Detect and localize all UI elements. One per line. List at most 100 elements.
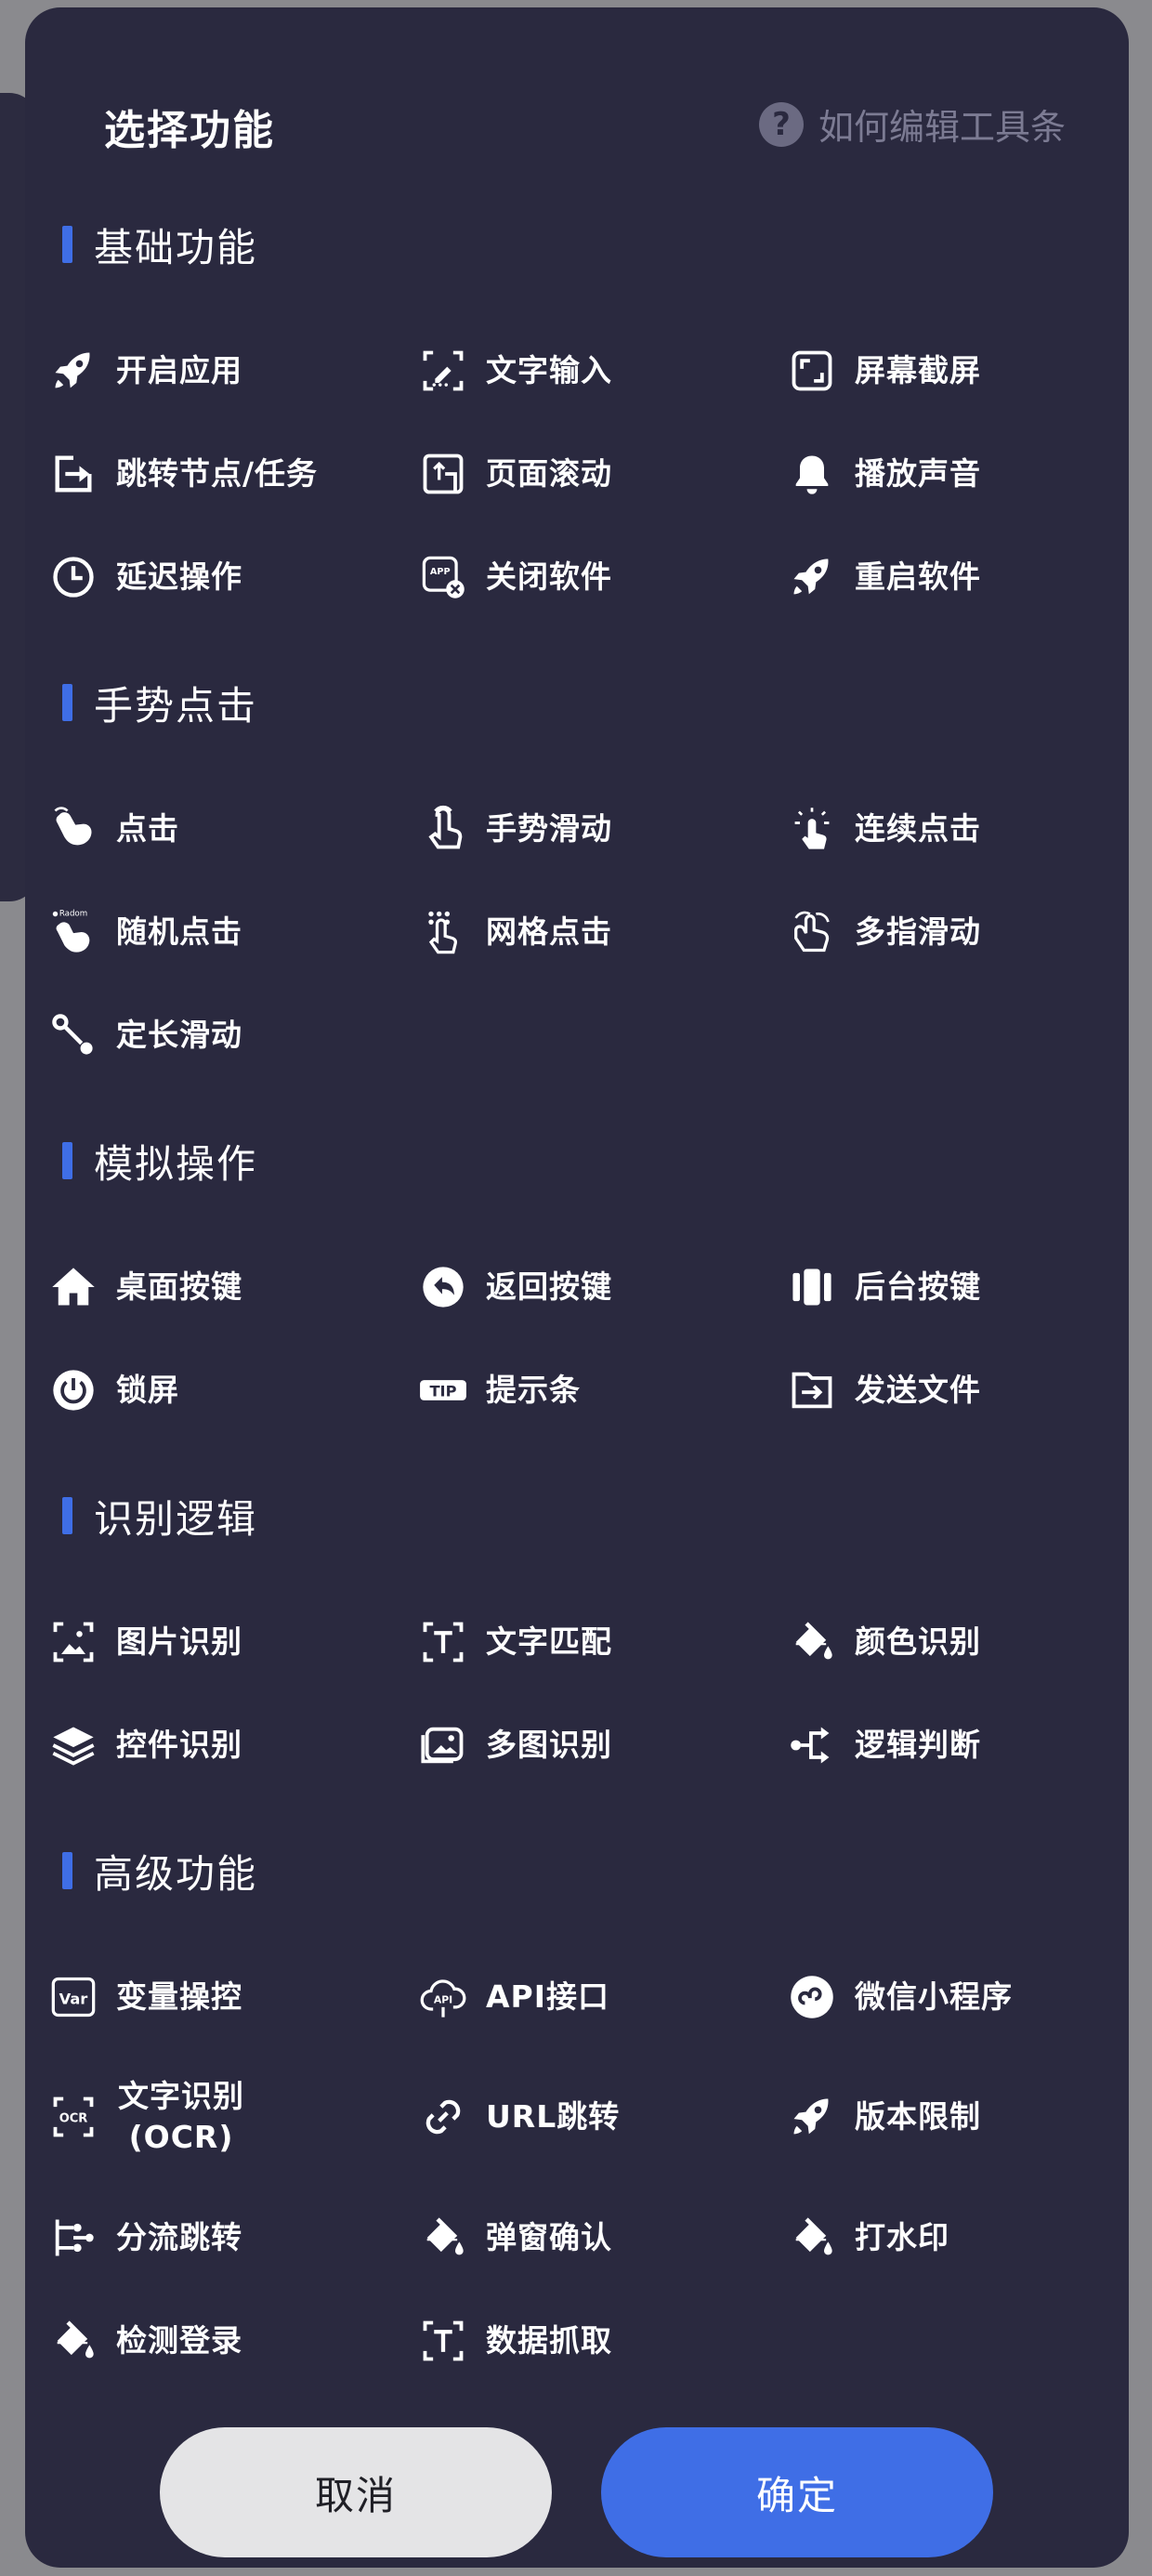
function-label: 多指滑动: [855, 913, 981, 950]
function-item[interactable]: Radom 随机点击: [47, 880, 417, 983]
function-item[interactable]: 文字匹配: [417, 1590, 786, 1693]
function-item[interactable]: 多图识别: [417, 1693, 786, 1796]
svg-text:Var: Var: [59, 1990, 88, 2007]
function-item[interactable]: 检测登录: [47, 2289, 417, 2392]
function-label: 关闭软件: [486, 558, 612, 595]
function-item[interactable]: 播放声音: [786, 422, 1151, 525]
function-label: 文字识别 (OCR): [118, 2078, 244, 2155]
function-item[interactable]: TIP 提示条: [417, 1338, 786, 1441]
function-label: 定长滑动: [116, 1016, 242, 1053]
function-label: 手势滑动: [486, 809, 612, 847]
link-icon: [417, 2091, 469, 2143]
function-grid: 图片识别 文字匹配 颜色识别 控件识别 多图识别 逻辑判断: [25, 1590, 1129, 1796]
power-icon: [47, 1364, 99, 1416]
function-item[interactable]: 版本限制: [786, 2048, 1151, 2186]
dialog-header: 选择功能 ? 如何编辑工具条: [25, 7, 1129, 230]
function-item[interactable]: 点击: [47, 777, 417, 880]
function-list: 基础功能 开启应用 文字输入 屏幕截屏 跳转节点/任务 页面滚动 播放声音 延迟…: [25, 217, 1129, 2438]
function-item[interactable]: 打水印: [786, 2186, 1151, 2289]
function-item[interactable]: 页面滚动: [417, 422, 786, 525]
section-title: 基础功能: [94, 224, 258, 270]
help-link[interactable]: ? 如何编辑工具条: [758, 99, 1066, 150]
function-item[interactable]: 逻辑判断: [786, 1693, 1151, 1796]
function-item[interactable]: 定长滑动: [47, 983, 417, 1086]
section-title: 手势点击: [94, 682, 258, 729]
function-item[interactable]: 开启应用: [47, 319, 417, 422]
svg-text:Radom: Radom: [59, 909, 87, 918]
logic-branch-icon: [786, 1719, 838, 1771]
function-item[interactable]: 多指滑动: [786, 880, 1151, 983]
function-label: 返回按键: [486, 1268, 612, 1305]
section-header: 基础功能: [25, 217, 1129, 272]
function-item[interactable]: 桌面按键: [47, 1235, 417, 1338]
function-label: 分流跳转: [116, 2218, 242, 2255]
function-item[interactable]: 图片识别: [47, 1590, 417, 1693]
tip-icon: TIP: [417, 1364, 469, 1416]
grid-tap-icon: [417, 906, 469, 958]
function-item[interactable]: 后台按键: [786, 1235, 1151, 1338]
svg-text:APP: APP: [430, 566, 451, 576]
paint-bucket-icon: [786, 2212, 838, 2264]
paint-bucket-icon: [417, 2212, 469, 2264]
split-icon: [47, 2212, 99, 2264]
function-label: 提示条: [486, 1371, 581, 1408]
rocket-icon: [47, 345, 99, 397]
function-item[interactable]: API API接口: [417, 1945, 786, 2048]
function-label: 锁屏: [116, 1371, 179, 1408]
close-app-icon: APP: [417, 551, 469, 603]
function-label: 连续点击: [855, 809, 981, 847]
function-item[interactable]: 跳转节点/任务: [47, 422, 417, 525]
layers-icon: [47, 1719, 99, 1771]
back-icon: [417, 1261, 469, 1313]
function-item[interactable]: URL跳转: [417, 2048, 786, 2186]
function-item[interactable]: OCR 文字识别 (OCR): [47, 2048, 417, 2186]
function-item[interactable]: 网格点击: [417, 880, 786, 983]
function-item[interactable]: 手势滑动: [417, 777, 786, 880]
function-item[interactable]: 数据抓取: [417, 2289, 786, 2392]
section-title: 模拟操作: [94, 1140, 258, 1187]
function-item[interactable]: 锁屏: [47, 1338, 417, 1441]
function-label: 发送文件: [855, 1371, 981, 1408]
function-item[interactable]: 延迟操作: [47, 525, 417, 628]
paint-bucket-icon: [47, 2315, 99, 2367]
section-title: 高级功能: [94, 1850, 258, 1897]
confirm-button[interactable]: 确定: [601, 2427, 993, 2557]
function-item[interactable]: Var 变量操控: [47, 1945, 417, 2048]
section-accent-bar: [62, 1497, 72, 1534]
function-item[interactable]: 弹窗确认: [417, 2186, 786, 2289]
rocket-icon: [786, 551, 838, 603]
function-label: 文字输入: [486, 351, 612, 388]
function-label: 点击: [116, 809, 179, 847]
function-item[interactable]: 颜色识别: [786, 1590, 1151, 1693]
function-item[interactable]: 屏幕截屏: [786, 319, 1151, 422]
section-header: 手势点击: [25, 675, 1129, 730]
recents-icon: [786, 1261, 838, 1313]
function-item[interactable]: 发送文件: [786, 1338, 1151, 1441]
function-label: 播放声音: [855, 454, 981, 492]
function-item[interactable]: 分流跳转: [47, 2186, 417, 2289]
function-item[interactable]: 重启软件: [786, 525, 1151, 628]
svg-text:TIP: TIP: [429, 1382, 456, 1400]
multi-finger-icon: [786, 906, 838, 958]
multi-image-icon: [417, 1719, 469, 1771]
function-label: 桌面按键: [116, 1268, 242, 1305]
random-tap-icon: Radom: [47, 906, 99, 958]
cancel-button[interactable]: 取消: [160, 2427, 552, 2557]
function-item[interactable]: 控件识别: [47, 1693, 417, 1796]
function-label: 后台按键: [855, 1268, 981, 1305]
dialog-title: 选择功能: [104, 107, 275, 154]
fixed-swipe-icon: [47, 1009, 99, 1061]
text-match-icon: [417, 2315, 469, 2367]
function-item[interactable]: APP 关闭软件: [417, 525, 786, 628]
function-item[interactable]: 微信小程序: [786, 1945, 1151, 2048]
function-label: 开启应用: [116, 351, 242, 388]
paint-bucket-icon: [786, 1616, 838, 1668]
function-label: URL跳转: [486, 2098, 621, 2135]
function-item[interactable]: 文字输入: [417, 319, 786, 422]
home-icon: [47, 1261, 99, 1313]
function-label: 随机点击: [116, 913, 242, 950]
function-item[interactable]: 返回按键: [417, 1235, 786, 1338]
function-item[interactable]: 连续点击: [786, 777, 1151, 880]
tap-icon: [47, 803, 99, 855]
function-grid: Var 变量操控 API API接口 微信小程序 OCR 文字识别 (OCR) URL…: [25, 1945, 1129, 2392]
